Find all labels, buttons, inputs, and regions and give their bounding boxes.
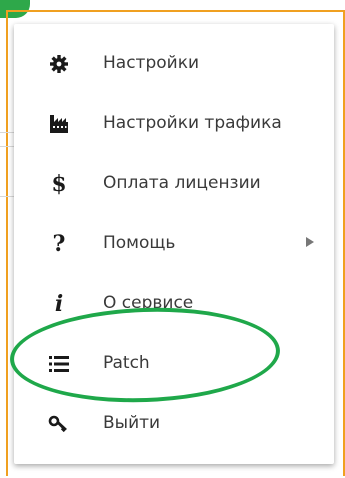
corner-decoration bbox=[0, 0, 30, 18]
menu-item-patch[interactable]: Patch bbox=[14, 338, 334, 388]
menu-item-label: О сервисе bbox=[103, 293, 194, 313]
dollar-icon: $ bbox=[51, 171, 67, 197]
menu-item-settings[interactable]: Настройки bbox=[14, 38, 334, 88]
menu-item-label: Помощь bbox=[103, 233, 176, 253]
question-icon: ? bbox=[52, 231, 66, 257]
outer-border-left bbox=[6, 10, 8, 476]
dropdown-menu: Настройки Настройки трафика $ Оплата лиц… bbox=[14, 24, 334, 464]
menu-item-label: Настройки bbox=[103, 53, 200, 73]
key-icon bbox=[46, 411, 72, 437]
menu-item-label: Выйти bbox=[103, 413, 161, 433]
info-icon: i bbox=[54, 291, 64, 317]
submenu-arrow-icon bbox=[306, 237, 314, 247]
traffic-factory-icon bbox=[46, 111, 72, 137]
menu-item-label: Настройки трафика bbox=[103, 113, 282, 133]
menu-item-about[interactable]: i О сервисе bbox=[14, 278, 334, 328]
menu-item-traffic-settings[interactable]: Настройки трафика bbox=[14, 98, 334, 148]
gear-icon bbox=[46, 51, 72, 77]
screenshot-frame: Настройки Настройки трафика $ Оплата лиц… bbox=[0, 0, 345, 478]
menu-item-license-payment[interactable]: $ Оплата лицензии bbox=[14, 158, 334, 208]
menu-item-help[interactable]: ? Помощь bbox=[14, 218, 334, 268]
outer-border-top bbox=[6, 10, 343, 12]
menu-item-exit[interactable]: Выйти bbox=[14, 398, 334, 448]
menu-item-label: Patch bbox=[103, 353, 150, 373]
list-icon bbox=[46, 351, 72, 377]
menu-item-label: Оплата лицензии bbox=[103, 173, 261, 193]
